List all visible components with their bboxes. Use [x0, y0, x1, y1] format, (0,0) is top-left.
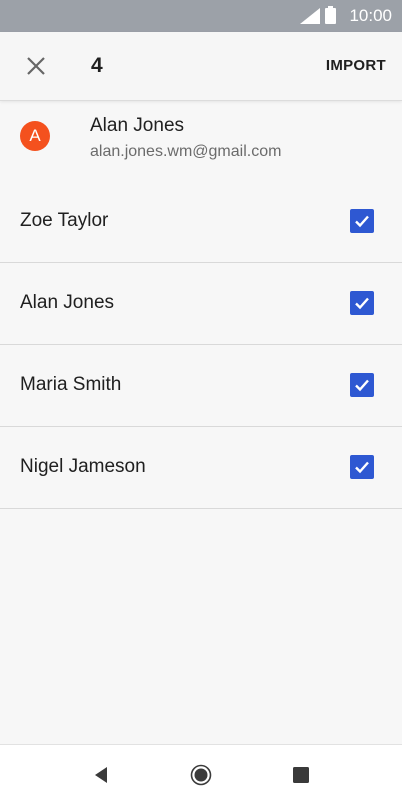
account-name: Alan Jones: [90, 115, 185, 136]
contact-checkbox[interactable]: [350, 209, 374, 233]
contact-name: Zoe Taylor: [20, 210, 109, 231]
contact-name: Nigel Jameson: [20, 456, 146, 477]
avatar: A: [20, 121, 50, 151]
contact-row[interactable]: Nigel Jameson: [0, 427, 402, 509]
account-header: A Alan Jones alan.jones.wm@gmail.com: [0, 101, 402, 181]
recents-button[interactable]: [287, 761, 315, 789]
check-icon: [355, 297, 369, 310]
back-button[interactable]: [87, 761, 115, 789]
contact-row[interactable]: Zoe Taylor: [0, 181, 402, 263]
contact-row[interactable]: Maria Smith: [0, 345, 402, 427]
cell-signal-icon: [300, 8, 320, 24]
check-icon: [355, 379, 369, 392]
contact-name: Alan Jones: [20, 292, 115, 313]
check-icon: [355, 215, 369, 228]
contact-checkbox[interactable]: [350, 455, 374, 479]
back-icon: [95, 767, 107, 783]
home-button[interactable]: [187, 761, 215, 789]
contact-row[interactable]: Alan Jones: [0, 263, 402, 345]
contact-name: Maria Smith: [20, 374, 122, 395]
import-button[interactable]: IMPORT: [326, 54, 386, 78]
close-button[interactable]: [14, 44, 58, 88]
app-bar: 4 IMPORT: [0, 32, 402, 101]
check-icon: [355, 461, 369, 474]
contact-checkbox[interactable]: [350, 373, 374, 397]
battery-icon: [325, 6, 336, 24]
recents-icon: [293, 767, 309, 783]
home-icon: [190, 764, 212, 786]
contact-list: Zoe Taylor Alan Jones Maria Smith Nigel …: [0, 181, 402, 509]
contact-checkbox[interactable]: [350, 291, 374, 315]
close-icon: [27, 57, 45, 75]
account-email: alan.jones.wm@gmail.com: [90, 143, 282, 160]
status-bar: 10:00: [0, 0, 402, 32]
selected-count: 4: [91, 54, 103, 77]
status-time: 10:00: [349, 6, 392, 25]
navigation-bar: [0, 744, 402, 805]
